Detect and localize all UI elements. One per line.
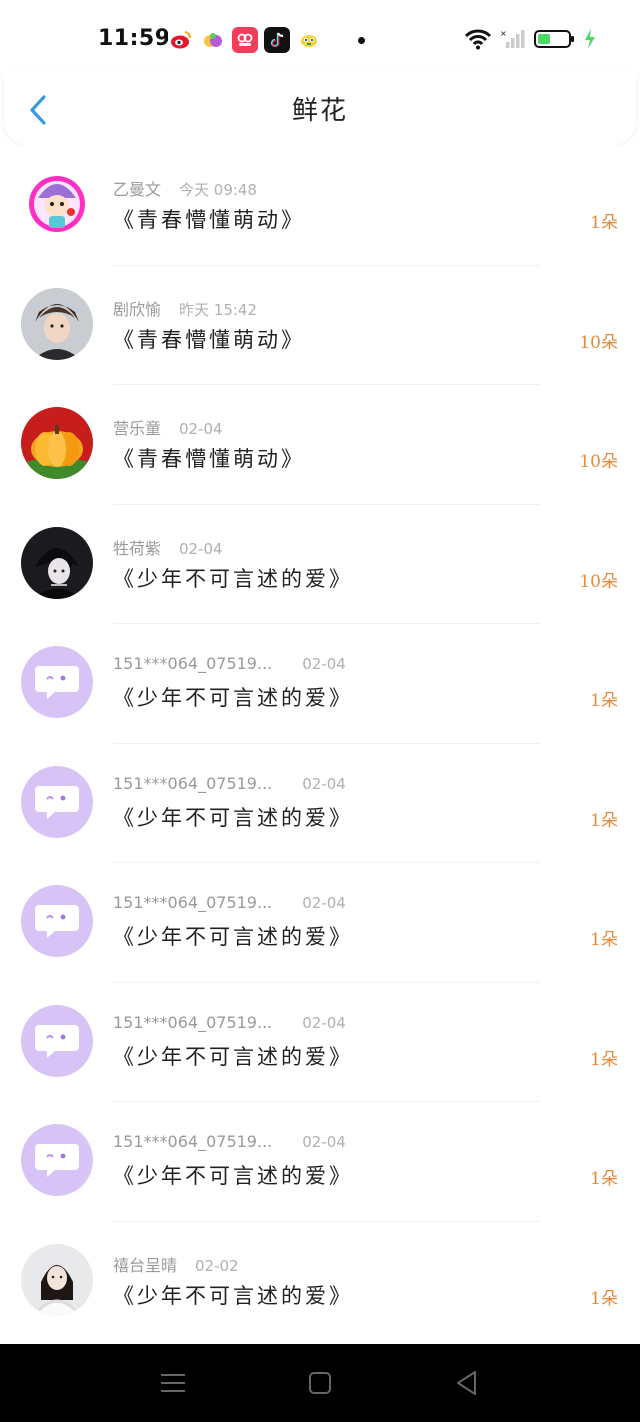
book-title: 《少年不可言述的爱》 bbox=[113, 1164, 353, 1188]
default-chat-avatar bbox=[21, 885, 93, 957]
sender-name: 151***064_07519... 02-04 bbox=[113, 654, 346, 673]
list-item[interactable]: 151***064_07519... 02-04 《少年不可言述的爱》 1朵 bbox=[0, 863, 640, 983]
wifi-icon bbox=[464, 29, 492, 50]
send-date: 02-02 bbox=[195, 1256, 239, 1275]
flower-count: 1朵 bbox=[590, 930, 618, 950]
flower-count: 1朵 bbox=[590, 1049, 618, 1070]
book-title: 《青春懵懂萌动》 bbox=[113, 327, 305, 352]
status-time: 11:59 bbox=[98, 26, 171, 51]
sender-name: 乙曼文 今天 09:48 bbox=[113, 176, 257, 200]
sender-name-text: 营乐童 bbox=[113, 419, 162, 438]
boy-photo-avatar bbox=[21, 287, 93, 360]
system-icons: × bbox=[464, 28, 596, 50]
sender-name: 151***064_07519... 02-04 bbox=[113, 893, 346, 912]
cellular-signal-icon: × bbox=[500, 29, 525, 48]
send-date: 02-04 bbox=[302, 1013, 346, 1032]
sender-name-text: 151***064_07519... bbox=[113, 1132, 273, 1151]
send-date: 昨天 15:42 bbox=[179, 300, 258, 319]
back-nav-button[interactable] bbox=[447, 1363, 487, 1403]
default-chat-avatar bbox=[21, 765, 93, 838]
anime-boy-avatar bbox=[21, 526, 93, 599]
tiktok-icon bbox=[264, 27, 290, 53]
book-title: 《少年不可言述的爱》 bbox=[113, 805, 353, 830]
flower-count: 1朵 bbox=[590, 1169, 618, 1189]
default-chat-avatar bbox=[21, 1004, 93, 1077]
book-title: 《少年不可言述的爱》 bbox=[113, 566, 353, 591]
bird-app-icon bbox=[296, 27, 322, 53]
send-date: 02-04 bbox=[302, 774, 346, 793]
back-triangle-icon bbox=[456, 1371, 476, 1395]
notification-app-icons bbox=[168, 26, 365, 54]
flower-count: 1朵 bbox=[590, 1288, 618, 1309]
default-chat-avatar bbox=[21, 1124, 93, 1196]
fruit-app-icon bbox=[200, 27, 226, 53]
flower-record-list: 乙曼文 今天 09:48 《青春懵懂萌动》 1朵 剧欣愉 昨天 15:42 《青春懵… bbox=[0, 146, 640, 1341]
book-title: 《少年不可言述的爱》 bbox=[113, 925, 353, 949]
sender-name: 禧台呈晴 02-02 bbox=[113, 1252, 239, 1276]
send-date: 今天 09:48 bbox=[179, 181, 258, 199]
sender-name-text: 151***064_07519... bbox=[113, 773, 273, 793]
svg-text:×: × bbox=[500, 29, 507, 38]
flower-count: 10朵 bbox=[579, 452, 618, 472]
sender-name-text: 剧欣愉 bbox=[113, 299, 162, 319]
sender-name: 牲荷紫 02-04 bbox=[113, 535, 223, 559]
list-item[interactable]: 151***064_07519... 02-04 《少年不可言述的爱》 1朵 bbox=[0, 1102, 640, 1222]
sender-name: 151***064_07519... 02-04 bbox=[113, 774, 346, 793]
sender-name: 剧欣愉 昨天 15:42 bbox=[113, 296, 257, 320]
menu-icon bbox=[161, 1374, 186, 1392]
woman-photo-avatar bbox=[21, 1243, 93, 1316]
list-item[interactable]: 151***064_07519... 02-04 《少年不可言述的爱》 1朵 bbox=[0, 983, 640, 1102]
list-item[interactable]: 营乐童 02-04 《青春懵懂萌动》 10朵 bbox=[0, 385, 640, 505]
list-item[interactable]: 151***064_07519... 02-04 《少年不可言述的爱》 1朵 bbox=[0, 744, 640, 863]
flower-count: 1朵 bbox=[590, 691, 618, 711]
menu-button[interactable] bbox=[153, 1363, 193, 1403]
home-button[interactable] bbox=[300, 1363, 340, 1403]
book-title: 《少年不可言述的爱》 bbox=[113, 686, 353, 710]
send-date: 02-04 bbox=[302, 655, 346, 673]
sender-name-text: 禧台呈晴 bbox=[113, 1255, 178, 1275]
send-date: 02-04 bbox=[179, 539, 223, 558]
flower-count: 10朵 bbox=[579, 332, 618, 353]
book-title: 《少年不可言述的爱》 bbox=[113, 1283, 353, 1308]
weibo-icon bbox=[168, 27, 194, 53]
send-date: 02-04 bbox=[302, 1133, 346, 1151]
charging-icon bbox=[585, 29, 595, 49]
sender-name: 151***064_07519... 02-04 bbox=[113, 1132, 346, 1151]
book-title: 《少年不可言述的爱》 bbox=[113, 1044, 353, 1069]
default-chat-avatar bbox=[21, 646, 93, 718]
battery-icon bbox=[534, 30, 574, 48]
list-item[interactable]: 剧欣愉 昨天 15:42 《青春懵懂萌动》 10朵 bbox=[0, 266, 640, 385]
app-header: 鲜花 bbox=[4, 72, 636, 146]
cartoon-girl-avatar bbox=[21, 168, 93, 240]
home-square-icon bbox=[308, 1372, 331, 1394]
system-navigation-bar bbox=[0, 1344, 640, 1422]
status-bar: 11:59 × bbox=[0, 0, 640, 80]
pumpkin-avatar bbox=[21, 407, 93, 479]
book-title: 《青春懵懂萌动》 bbox=[113, 208, 305, 232]
flower-count: 10朵 bbox=[579, 571, 618, 592]
page-title: 鲜花 bbox=[291, 96, 348, 126]
list-item[interactable]: 乙曼文 今天 09:48 《青春懵懂萌动》 1朵 bbox=[0, 146, 640, 266]
list-item[interactable]: 151***064_07519... 02-04 《少年不可言述的爱》 1朵 bbox=[0, 624, 640, 744]
flower-count: 1朵 bbox=[590, 810, 618, 831]
book-title: 《青春懵懂萌动》 bbox=[113, 447, 305, 471]
sender-name-text: 151***064_07519... bbox=[113, 654, 273, 673]
sender-name-text: 151***064_07519... bbox=[113, 1012, 273, 1032]
list-item[interactable]: 牲荷紫 02-04 《少年不可言述的爱》 10朵 bbox=[0, 505, 640, 624]
list-item[interactable]: 禧台呈晴 02-02 《少年不可言述的爱》 1朵 bbox=[0, 1222, 640, 1342]
sender-name: 营乐童 02-04 bbox=[113, 415, 223, 439]
send-date: 02-04 bbox=[302, 894, 346, 912]
flower-count: 1朵 bbox=[590, 213, 618, 233]
video-app-icon bbox=[232, 27, 258, 53]
send-date: 02-04 bbox=[179, 420, 223, 438]
sender-name-text: 151***064_07519... bbox=[113, 893, 273, 912]
sender-name-text: 乙曼文 bbox=[113, 180, 162, 199]
more-notifications-dot bbox=[358, 36, 365, 44]
sender-name-text: 牲荷紫 bbox=[113, 538, 162, 558]
sender-name: 151***064_07519... 02-04 bbox=[113, 1013, 346, 1032]
